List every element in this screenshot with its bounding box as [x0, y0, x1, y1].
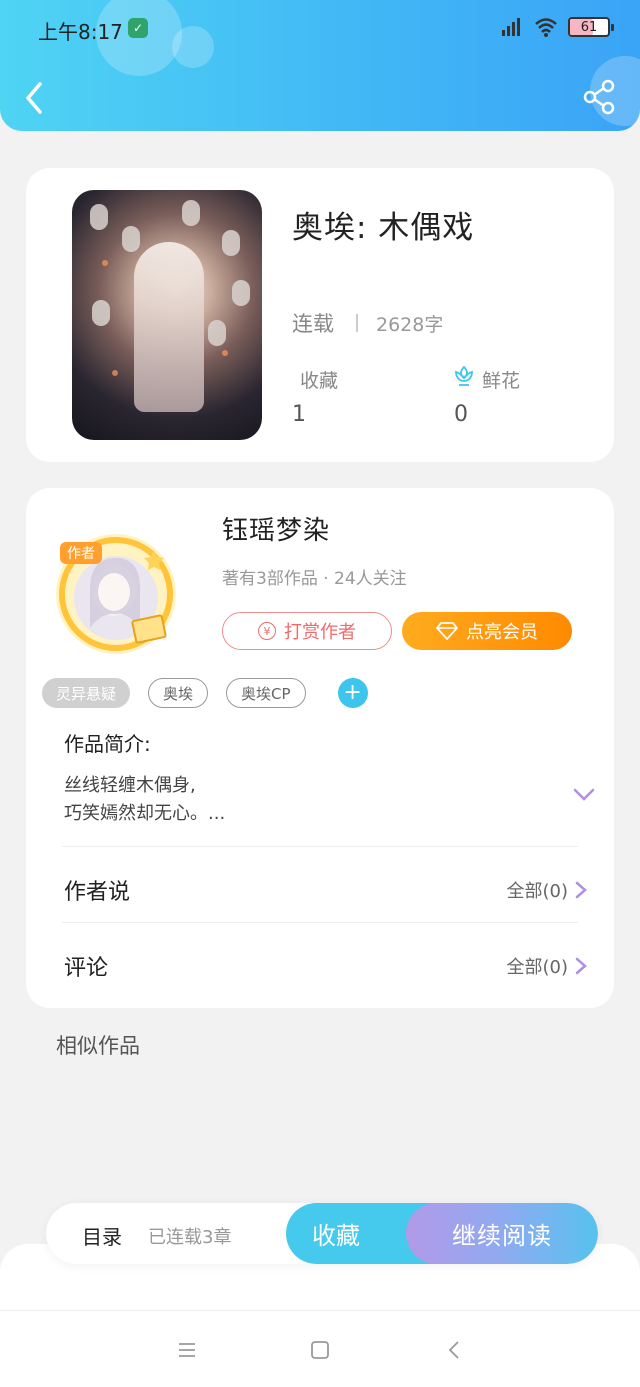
chevron-right-icon	[575, 881, 587, 899]
intro-line: 丝线轻缠木偶身,	[64, 775, 196, 796]
continue-reading-button[interactable]: 继续阅读	[406, 1203, 598, 1264]
word-count: 2628字	[376, 314, 444, 336]
comments-count: 全部(0)	[506, 957, 569, 978]
book-status: 连载	[292, 312, 334, 336]
decor-bubble	[172, 26, 214, 68]
nav-back-icon[interactable]	[442, 1337, 468, 1363]
collect-stat-label: 收藏	[300, 370, 339, 392]
similar-works-title: 相似作品	[56, 1034, 140, 1058]
continue-reading-label: 继续阅读	[452, 1222, 552, 1250]
bottom-action-bar: 目录 已连载3章 收藏 继续阅读	[46, 1203, 598, 1264]
back-arrow-icon[interactable]	[18, 78, 54, 118]
author-name[interactable]: 钰瑶梦染	[222, 510, 330, 547]
author-card: 作者 钰瑶梦染 著有3部作品 · 24人关注 ¥ 打赏作者 点亮会员 灵异悬疑 …	[26, 488, 614, 1008]
menu-icon[interactable]	[174, 1337, 200, 1363]
share-icon[interactable]	[582, 78, 618, 116]
book-title: 奥埃: 木偶戏	[292, 210, 475, 246]
plus-icon[interactable]: +	[337, 678, 368, 708]
chapter-count[interactable]: 已连载3章	[148, 1223, 231, 1249]
tag-list: 灵异悬疑 奥埃 奥埃CP +	[42, 678, 368, 708]
header: 上午8:17 ✓ 61	[0, 0, 640, 131]
author-meta: 著有3部作品 · 24人关注	[222, 569, 407, 589]
flower-icon	[455, 365, 473, 386]
tag-item[interactable]: 灵异悬疑	[42, 678, 131, 708]
toc-button[interactable]: 目录	[82, 1221, 122, 1250]
reward-author-button[interactable]: ¥ 打赏作者	[222, 612, 392, 650]
intro-line: 巧笑嫣然却无心。...	[64, 803, 226, 824]
shield-icon: ✓	[128, 18, 148, 38]
battery-level: 61	[580, 19, 598, 35]
collect-button-label: 收藏	[312, 1222, 360, 1250]
signal-icon	[502, 18, 520, 36]
system-nav-bar	[0, 1310, 640, 1387]
flower-stat-label: 鲜花	[482, 370, 521, 392]
flower-stat-value: 0	[454, 402, 468, 427]
avatar-badge: 作者	[67, 546, 95, 562]
divider	[356, 314, 358, 332]
battery-icon: 61	[568, 17, 614, 37]
collect-stat-value: 1	[292, 402, 306, 427]
intro-title: 作品简介:	[64, 732, 151, 756]
author-says-all-link[interactable]: 全部(0)	[507, 877, 589, 903]
divider	[62, 922, 578, 923]
chevron-right-icon	[575, 957, 587, 975]
comments-label[interactable]: 评论	[64, 950, 108, 982]
author-avatar[interactable]: 作者	[46, 528, 186, 658]
vip-button[interactable]: 点亮会员	[402, 612, 572, 650]
yen-icon: ¥	[258, 622, 276, 640]
author-says-count: 全部(0)	[506, 881, 569, 902]
status-icons: 61	[500, 16, 614, 38]
vip-label: 点亮会员	[466, 622, 538, 643]
home-square-icon[interactable]	[307, 1337, 333, 1363]
comments-all-link[interactable]: 全部(0)	[507, 953, 589, 979]
reward-author-label: 打赏作者	[284, 622, 356, 643]
tag-item[interactable]: 奥埃CP	[226, 678, 306, 708]
wifi-icon	[535, 18, 557, 37]
diamond-icon	[436, 622, 458, 640]
chevron-down-icon[interactable]	[572, 786, 596, 804]
book-info-card: 奥埃: 木偶戏 连载 2628字 收藏 1 鲜花 0	[26, 168, 614, 462]
status-time: 上午8:17	[38, 20, 123, 44]
tag-item[interactable]: 奥埃	[148, 678, 209, 708]
divider	[62, 846, 578, 847]
book-cover-image[interactable]	[72, 190, 262, 440]
author-says-label[interactable]: 作者说	[64, 874, 130, 906]
intro-text[interactable]: 丝线轻缠木偶身, 巧笑嫣然却无心。...	[64, 772, 225, 828]
